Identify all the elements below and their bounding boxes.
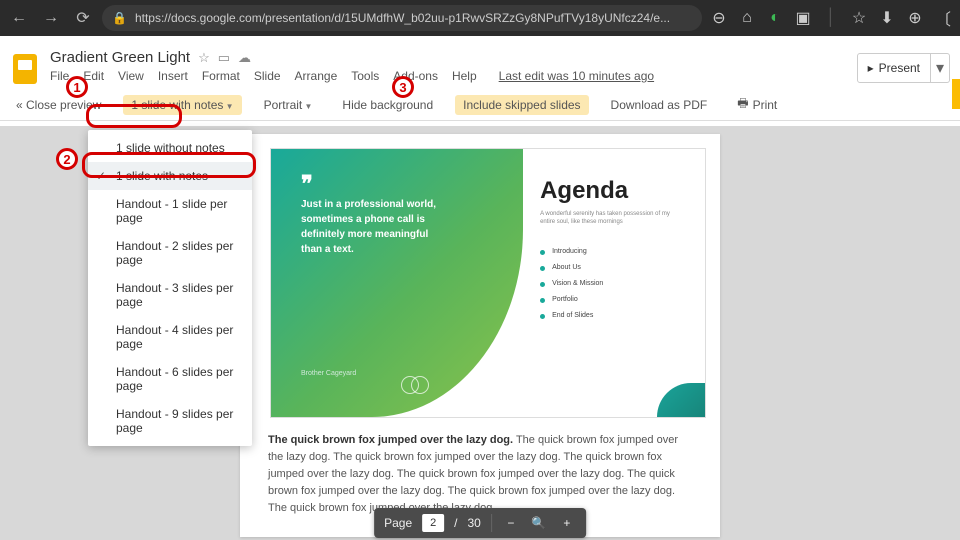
divider-icon: │ bbox=[820, 7, 842, 29]
page-total: 30 bbox=[468, 516, 481, 530]
menu-bar: File Edit View Insert Format Slide Arran… bbox=[50, 69, 847, 83]
zoom-reset-button[interactable]: 🔍 bbox=[530, 516, 548, 530]
last-edit-text[interactable]: Last edit was 10 minutes ago bbox=[499, 69, 654, 83]
orientation-dropdown[interactable]: Portrait bbox=[256, 95, 321, 115]
extension-icon[interactable]: ◐ bbox=[764, 7, 786, 29]
zoom-icon[interactable]: ⊖ bbox=[708, 7, 730, 29]
menu-arrange[interactable]: Arrange bbox=[295, 69, 338, 83]
notes-body: The quick brown fox jumped over the lazy… bbox=[268, 434, 678, 514]
zoom-in-button[interactable]: + bbox=[558, 516, 576, 530]
present-button[interactable]: ▸ Present ▾ bbox=[857, 53, 950, 83]
agenda-title: Agenda bbox=[540, 177, 628, 205]
reload-icon[interactable]: ⟳ bbox=[70, 5, 96, 31]
callout-badge-1: 1 bbox=[66, 76, 88, 98]
agenda-item: Vision & Mission bbox=[540, 280, 603, 287]
menu-format[interactable]: Format bbox=[202, 69, 240, 83]
download-icon[interactable]: ⬇ bbox=[876, 7, 898, 29]
star-icon[interactable]: ☆ bbox=[198, 50, 210, 66]
page-label: Page bbox=[384, 516, 412, 530]
page-current-input[interactable]: 2 bbox=[422, 514, 444, 532]
page-navigator: Page 2 / 30 − 🔍 + bbox=[374, 508, 586, 538]
url-bar[interactable]: 🔒 https://docs.google.com/presentation/d… bbox=[102, 5, 702, 31]
browser-chrome: ← → ⟳ 🔒 https://docs.google.com/presenta… bbox=[0, 0, 960, 36]
url-text: https://docs.google.com/presentation/d/1… bbox=[135, 11, 670, 25]
quote-icon: ❞ bbox=[301, 171, 313, 197]
page-sep: / bbox=[454, 516, 457, 530]
slide-corner-accent bbox=[657, 383, 705, 417]
dd-item-handout-3[interactable]: Handout - 3 slides per page bbox=[88, 274, 252, 316]
quote-author: Brother Cageyard bbox=[301, 370, 356, 377]
collections-icon[interactable]: ⊕ bbox=[904, 7, 926, 29]
callout-badge-2: 2 bbox=[56, 148, 78, 170]
present-dropdown-icon[interactable]: ▾ bbox=[931, 54, 949, 82]
move-icon[interactable]: ▭ bbox=[218, 50, 230, 66]
agenda-item: Portfolio bbox=[540, 296, 603, 303]
agenda-item: About Us bbox=[540, 264, 603, 271]
menu-slide[interactable]: Slide bbox=[254, 69, 281, 83]
agenda-list: Introducing About Us Vision & Mission Po… bbox=[540, 239, 603, 328]
preview-page: ❞ Just in a professional world, sometime… bbox=[240, 134, 720, 537]
quote-text: Just in a professional world, sometimes … bbox=[301, 197, 446, 257]
dd-item-handout-1[interactable]: Handout - 1 slide per page bbox=[88, 190, 252, 232]
favorite-icon[interactable]: ☆ bbox=[848, 7, 870, 29]
home-icon[interactable]: ⌂ bbox=[736, 7, 758, 29]
agenda-subtitle: A wonderful serenity has taken possessio… bbox=[540, 211, 680, 227]
present-label: Present bbox=[879, 61, 920, 75]
cloud-icon[interactable]: ☁ bbox=[238, 50, 251, 66]
doc-title-block: Gradient Green Light ☆ ▭ ☁ File Edit Vie… bbox=[50, 49, 847, 83]
slides-logo-icon[interactable] bbox=[10, 49, 40, 89]
zoom-out-button[interactable]: − bbox=[502, 516, 520, 530]
extension2-icon[interactable]: ▣ bbox=[792, 7, 814, 29]
dd-item-handout-2[interactable]: Handout - 2 slides per page bbox=[88, 232, 252, 274]
nav-divider bbox=[491, 514, 492, 532]
lock-icon: 🔒 bbox=[112, 11, 127, 25]
print-icon: 🖶 bbox=[737, 94, 748, 115]
menu-view[interactable]: View bbox=[118, 69, 144, 83]
agenda-item: End of Slides bbox=[540, 312, 603, 319]
dd-item-handout-4[interactable]: Handout - 4 slides per page bbox=[88, 316, 252, 358]
more-icon[interactable]: 〔 bbox=[932, 7, 954, 29]
hide-background-button[interactable]: Hide background bbox=[334, 95, 441, 115]
present-icon: ▸ bbox=[868, 61, 874, 75]
callout-box-2 bbox=[82, 152, 256, 178]
print-button[interactable]: 🖶 Print bbox=[729, 91, 785, 118]
callout-badge-3: 3 bbox=[392, 76, 414, 98]
slide-thumbnail: ❞ Just in a professional world, sometime… bbox=[270, 148, 706, 418]
dd-item-handout-9[interactable]: Handout - 9 slides per page bbox=[88, 400, 252, 442]
callout-box-1 bbox=[86, 104, 182, 128]
back-icon[interactable]: ← bbox=[6, 5, 32, 31]
decorative-circles-icon bbox=[401, 376, 429, 399]
doc-title[interactable]: Gradient Green Light bbox=[50, 49, 190, 66]
forward-icon[interactable]: → bbox=[38, 5, 64, 31]
agenda-item: Introducing bbox=[540, 248, 603, 255]
doc-header: Gradient Green Light ☆ ▭ ☁ File Edit Vie… bbox=[0, 41, 960, 89]
notes-bold: The quick brown fox jumped over the lazy… bbox=[268, 434, 513, 446]
menu-help[interactable]: Help bbox=[452, 69, 477, 83]
print-label: Print bbox=[753, 98, 778, 112]
menu-insert[interactable]: Insert bbox=[158, 69, 188, 83]
menu-tools[interactable]: Tools bbox=[351, 69, 379, 83]
include-skipped-button[interactable]: Include skipped slides bbox=[455, 95, 588, 115]
dd-item-handout-6[interactable]: Handout - 6 slides per page bbox=[88, 358, 252, 400]
share-button-edge[interactable] bbox=[952, 79, 960, 109]
download-pdf-button[interactable]: Download as PDF bbox=[603, 95, 716, 115]
